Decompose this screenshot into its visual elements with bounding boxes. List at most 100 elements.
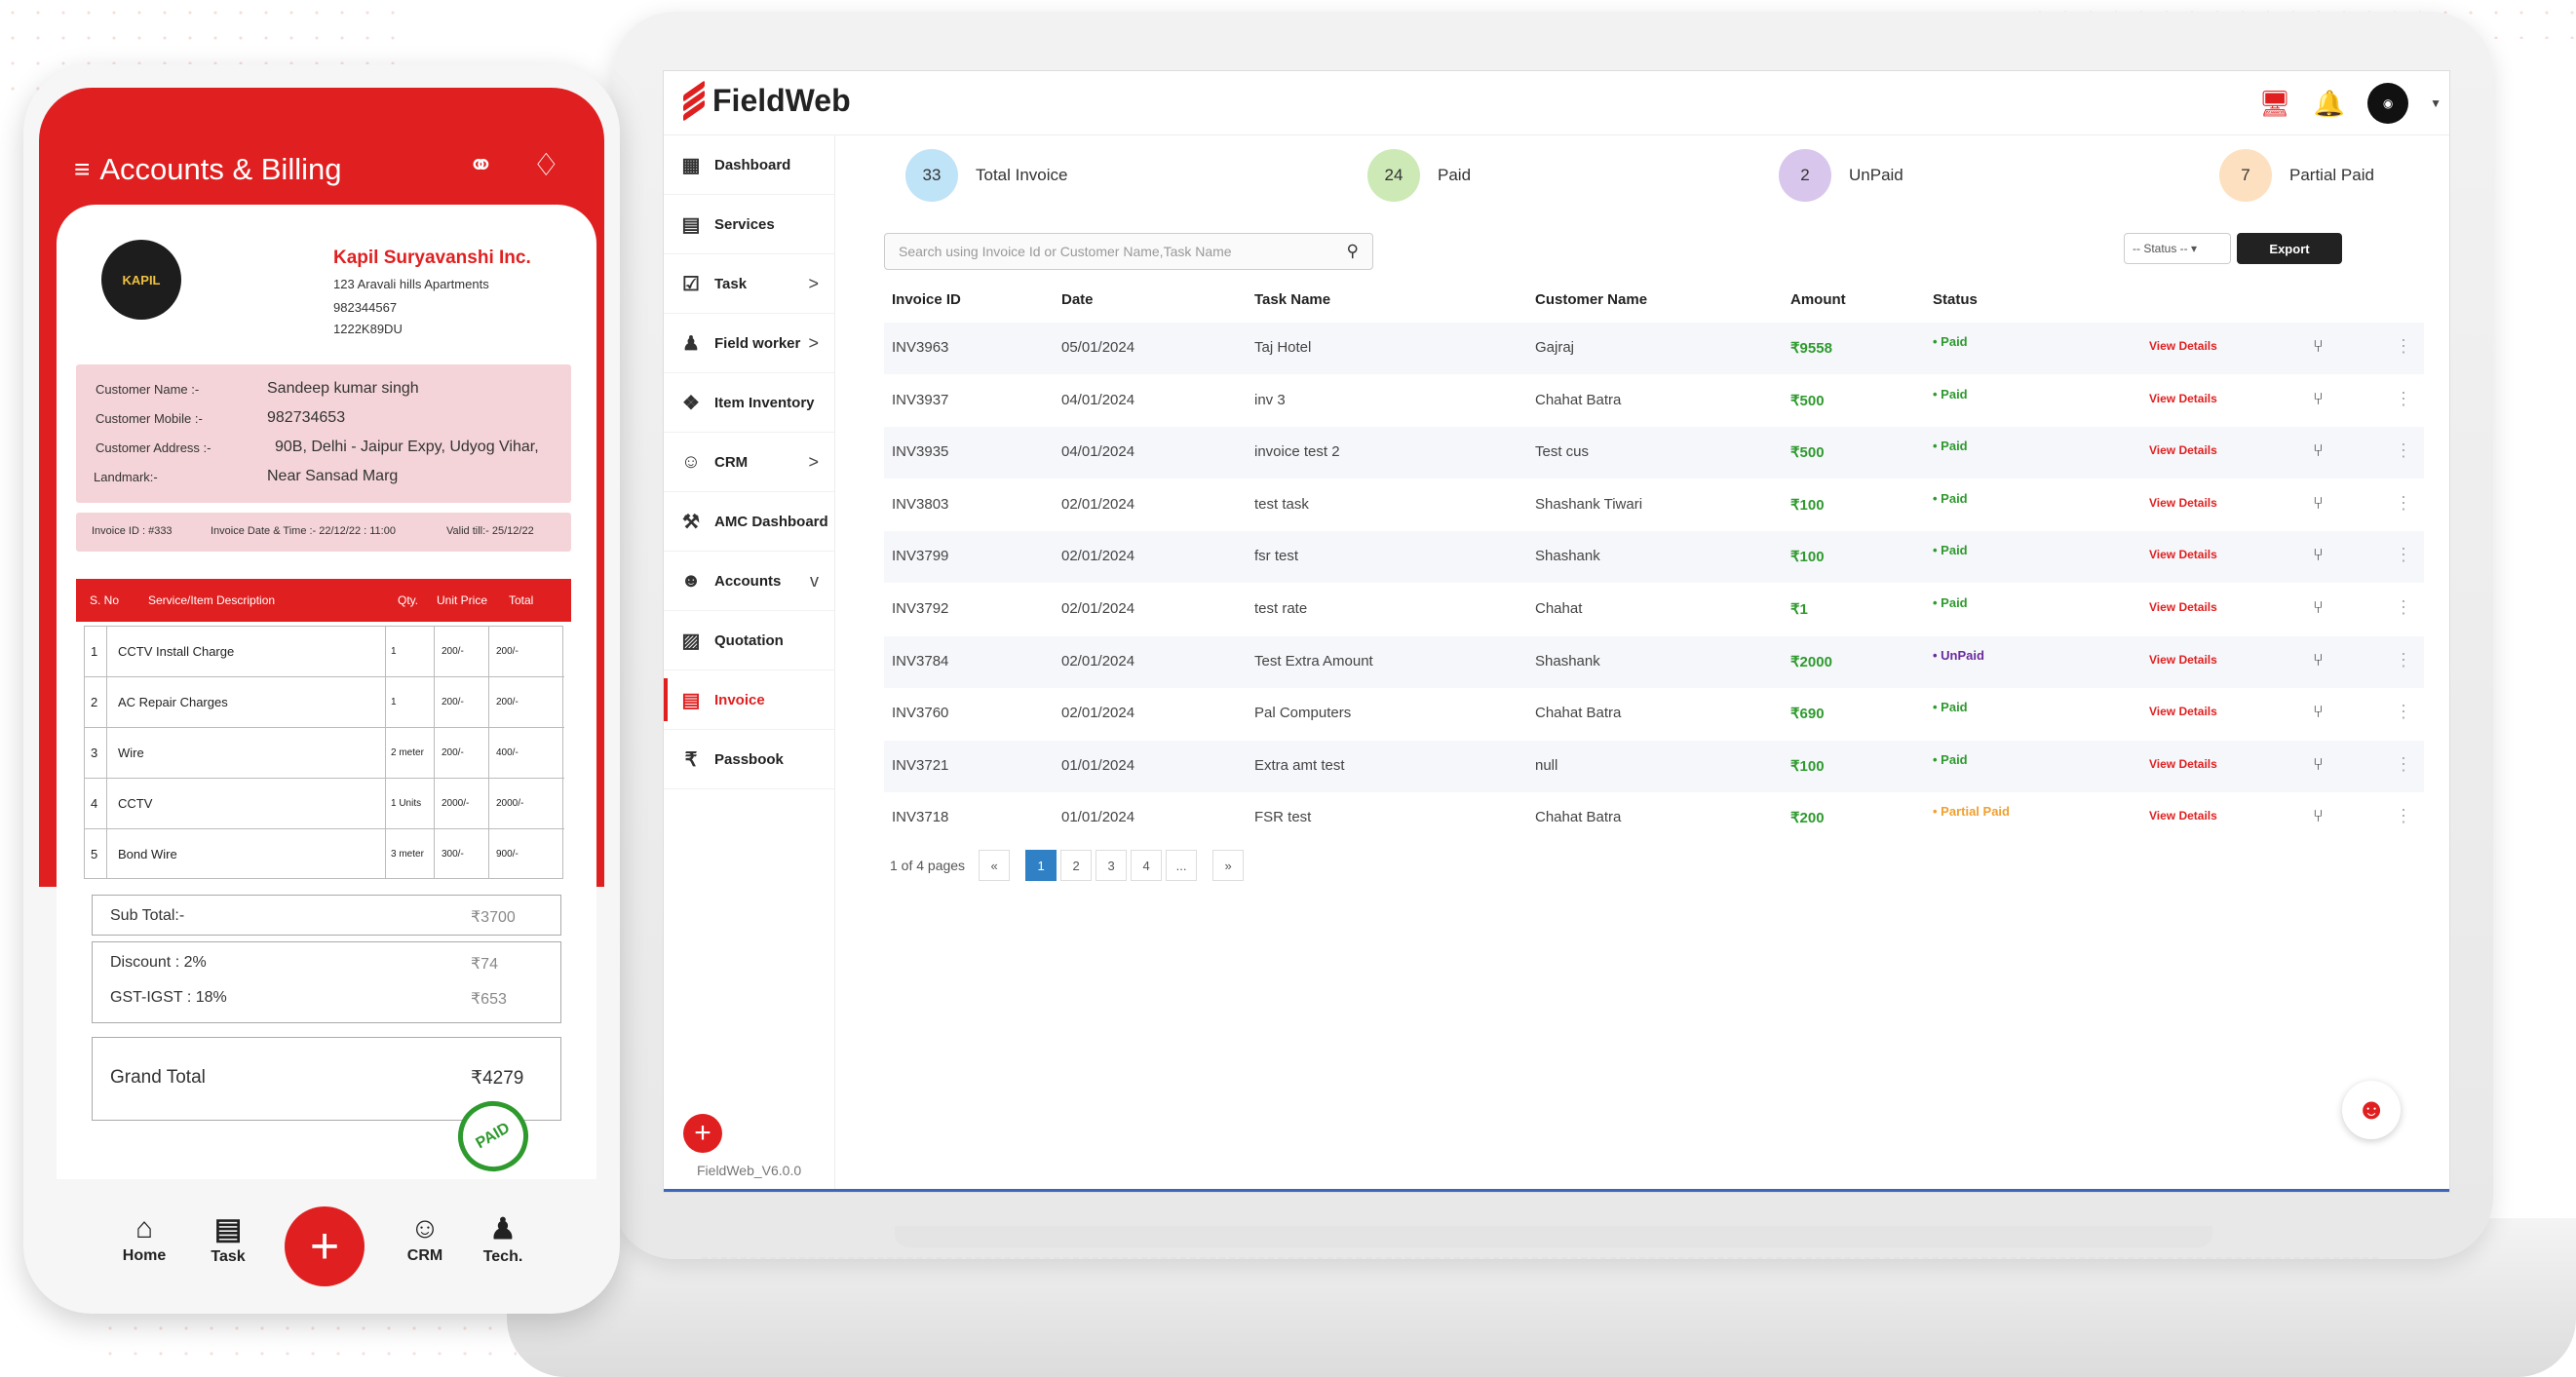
table-row[interactable]: INV3784 02/01/2024 Test Extra Amount Shasha… [884, 635, 2424, 688]
table-row[interactable]: INV3760 02/01/2024 Pal Computers Chahat Bat… [884, 688, 2424, 740]
status-badge: • Paid [1933, 595, 1968, 610]
item-unit-price: 200/- [442, 646, 464, 657]
invoice-id: INV3963 [892, 339, 949, 356]
more-options-icon[interactable]: ⋮ [2395, 545, 2412, 565]
page-button-1[interactable]: 1 [1025, 850, 1057, 881]
sidebar-item-quotation[interactable]: ▨ Quotation [664, 611, 834, 670]
more-options-icon[interactable]: ⋮ [2395, 440, 2412, 461]
share-icon[interactable]: ⑂ [2313, 389, 2324, 409]
table-row[interactable]: INV3937 04/01/2024 inv 3 Chahat Batra ₹500 • … [884, 375, 2424, 427]
add-button[interactable]: + [683, 1114, 722, 1153]
more-options-icon[interactable]: ⋮ [2395, 754, 2412, 775]
table-row[interactable]: INV3799 02/01/2024 fsr test Shashank ₹100 • P… [884, 531, 2424, 584]
sidebar-item-accounts[interactable]: ☻ Accounts v [664, 552, 834, 611]
view-details-link[interactable]: View Details [2149, 339, 2217, 353]
share-icon[interactable]: ⑂ [2313, 493, 2324, 514]
nav-home[interactable]: ⌂ Home [105, 1212, 183, 1265]
monitor-icon[interactable]: 🖥 [2258, 87, 2291, 120]
avatar[interactable]: ◉ [2367, 83, 2409, 124]
page-prev-button[interactable]: « [979, 850, 1011, 881]
view-details-link[interactable]: View Details [2149, 443, 2217, 457]
share-icon[interactable]: ⑂ [2313, 650, 2324, 670]
more-options-icon[interactable]: ⋮ [2395, 493, 2412, 514]
share-icon[interactable]: ⑂ [2313, 597, 2324, 618]
nav-task[interactable]: ▤ Task [189, 1212, 267, 1266]
table-row[interactable]: INV3935 04/01/2024 invoice test 2 Test cus ₹… [884, 427, 2424, 479]
table-row[interactable]: INV3803 02/01/2024 test task Shashank Tiwar… [884, 479, 2424, 531]
subtotal-box: Sub Total:- ₹3700 [92, 895, 561, 936]
share-icon[interactable]: ⑂ [2313, 440, 2324, 461]
share-icon[interactable]: ⑂ [2313, 702, 2324, 722]
more-options-icon[interactable]: ⋮ [2395, 650, 2412, 670]
sidebar-item-label: CRM [714, 453, 749, 471]
page-next-button[interactable]: » [1212, 850, 1245, 881]
nav-crm[interactable]: ☺ CRM [386, 1212, 464, 1265]
stat-paid[interactable]: 24 Paid [1367, 149, 1471, 202]
notification-bell-icon[interactable]: 🔔 [2313, 87, 2346, 120]
menu-icon[interactable]: ≡ [74, 154, 90, 185]
share-icon[interactable]: ⑂ [2313, 754, 2324, 775]
sidebar-item-item-inventory[interactable]: ❖ Item Inventory [664, 373, 834, 433]
sidebar-item-label: Item Inventory [714, 394, 815, 411]
headset-icon[interactable]: ⚭ [468, 146, 494, 183]
sidebar-item-services[interactable]: ▤ Services [664, 195, 834, 254]
share-icon[interactable]: ⑂ [2313, 336, 2324, 357]
sidebar-item-amc-dashboard[interactable]: ⚒ AMC Dashboard [664, 492, 834, 552]
sidebar-item-crm[interactable]: ☺ CRM > [664, 433, 834, 492]
stat-partial-paid[interactable]: 7 Partial Paid [2219, 149, 2374, 202]
top-bar: FieldWeb 🖥 🔔 ◉ ▼ [664, 71, 2449, 135]
view-details-link[interactable]: View Details [2149, 757, 2217, 771]
page-button-2[interactable]: 2 [1060, 850, 1093, 881]
phone-title: ≡ Accounts & Billing [74, 152, 341, 187]
sidebar-item-field-worker[interactable]: ♟ Field worker > [664, 314, 834, 373]
table-row[interactable]: INV3721 01/01/2024 Extra amt test null ₹100 •… [884, 740, 2424, 792]
column-header: Qty. [398, 593, 419, 607]
export-button[interactable]: Export [2237, 233, 2342, 264]
nav-add-button[interactable]: + [285, 1206, 365, 1286]
sidebar-item-label: Quotation [714, 631, 784, 649]
stat-total-invoice[interactable]: 33 Total Invoice [905, 149, 1068, 202]
brand[interactable]: FieldWeb [679, 79, 851, 122]
share-icon[interactable]: ⑂ [2313, 545, 2324, 565]
chevron-down-icon[interactable]: ▼ [2430, 96, 2441, 110]
customer-name: Chahat Batra [1535, 391, 1622, 408]
status-select[interactable]: -- Status -- ▾ [2124, 233, 2231, 264]
more-options-icon[interactable]: ⋮ [2395, 702, 2412, 722]
table-row[interactable]: INV3963 05/01/2024 Taj Hotel Gajraj ₹9558 • P… [884, 323, 2424, 374]
sidebar-item-passbook[interactable]: ₹ Passbook [664, 730, 834, 789]
view-details-link[interactable]: View Details [2149, 496, 2217, 510]
column-header: Amount [1790, 291, 1846, 308]
share-icon[interactable]: ⑂ [2313, 806, 2324, 826]
view-details-link[interactable]: View Details [2149, 548, 2217, 561]
more-options-icon[interactable]: ⋮ [2395, 597, 2412, 618]
stat-label: Total Invoice [976, 166, 1068, 184]
support-agent-icon[interactable]: ☻ [2342, 1081, 2401, 1139]
sidebar-item-dashboard[interactable]: ▦ Dashboard [664, 135, 834, 195]
search-icon[interactable]: ⚲ [1347, 242, 1359, 261]
table-row[interactable]: INV3792 02/01/2024 test rate Chahat ₹1 • Paid… [884, 584, 2424, 635]
page-button-3[interactable]: 3 [1096, 850, 1128, 881]
search-input[interactable]: Search using Invoice Id or Customer Name… [884, 233, 1373, 270]
view-details-link[interactable]: View Details [2149, 653, 2217, 667]
stat-unpaid[interactable]: 2 UnPaid [1779, 149, 1903, 202]
customer-name-label: Customer Name :- [96, 382, 200, 397]
page-button-4[interactable]: 4 [1131, 850, 1163, 881]
view-details-link[interactable]: View Details [2149, 392, 2217, 405]
version-label: FieldWeb_V6.0.0 [697, 1163, 802, 1178]
page-ellipsis[interactable]: ... [1166, 850, 1198, 881]
view-details-link[interactable]: View Details [2149, 705, 2217, 718]
sidebar-item-task[interactable]: ☑ Task > [664, 254, 834, 314]
more-options-icon[interactable]: ⋮ [2395, 336, 2412, 357]
customer-mobile: 982734653 [267, 409, 346, 426]
view-details-link[interactable]: View Details [2149, 600, 2217, 614]
customer-name: Chahat Batra [1535, 809, 1622, 826]
table-row[interactable]: INV3718 01/01/2024 FSR test Chahat Batra ₹20… [884, 792, 2424, 844]
sidebar-item-invoice[interactable]: ▤ Invoice [664, 670, 834, 730]
more-options-icon[interactable]: ⋮ [2395, 389, 2412, 409]
view-details-link[interactable]: View Details [2149, 809, 2217, 822]
more-options-icon[interactable]: ⋮ [2395, 806, 2412, 826]
notification-bell-icon[interactable]: ♢ [532, 146, 560, 183]
invoice-date: 02/01/2024 [1061, 600, 1135, 617]
nav-tech[interactable]: ♟ Tech. [464, 1212, 542, 1266]
search-placeholder: Search using Invoice Id or Customer Name… [899, 244, 1232, 259]
